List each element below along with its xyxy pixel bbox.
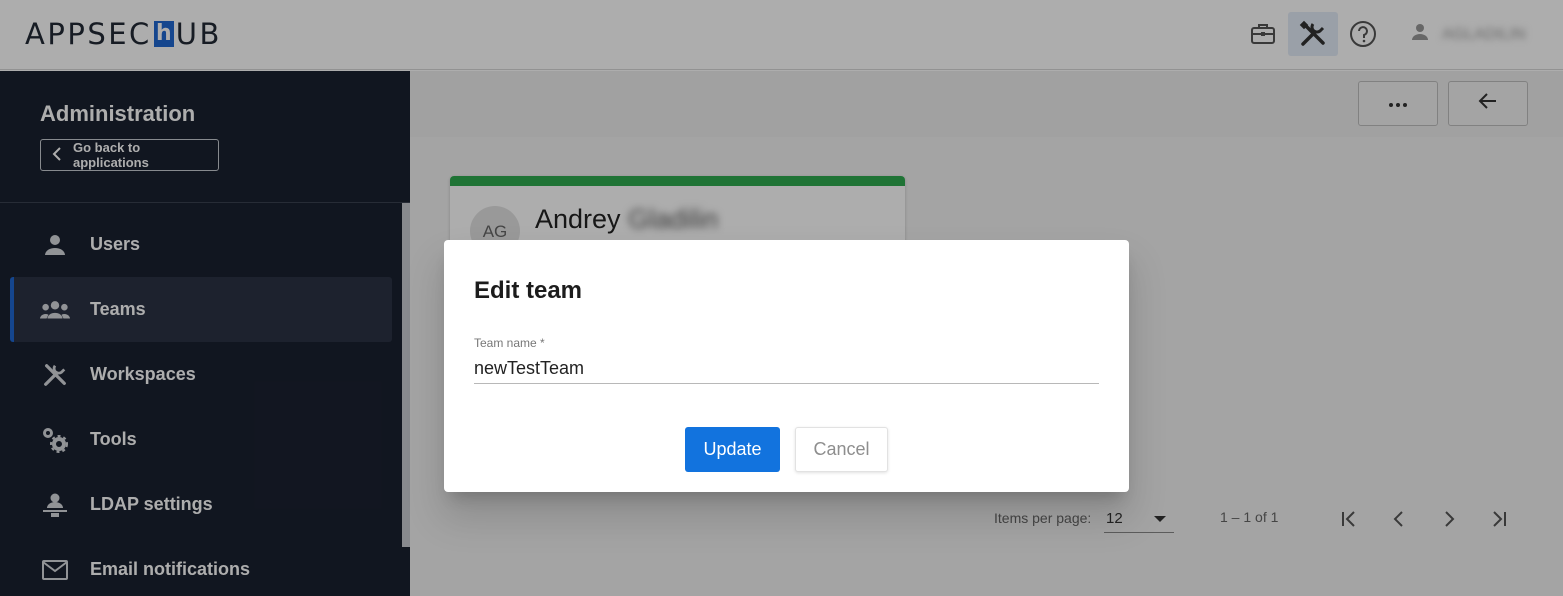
dialog-title: Edit team	[474, 277, 583, 304]
edit-team-dialog: Edit team Team name * Update Cancel	[444, 240, 1129, 492]
team-name-input[interactable]	[474, 354, 1099, 384]
cancel-button[interactable]: Cancel	[795, 427, 888, 472]
update-button[interactable]: Update	[685, 427, 780, 472]
team-name-label: Team name *	[474, 336, 545, 350]
